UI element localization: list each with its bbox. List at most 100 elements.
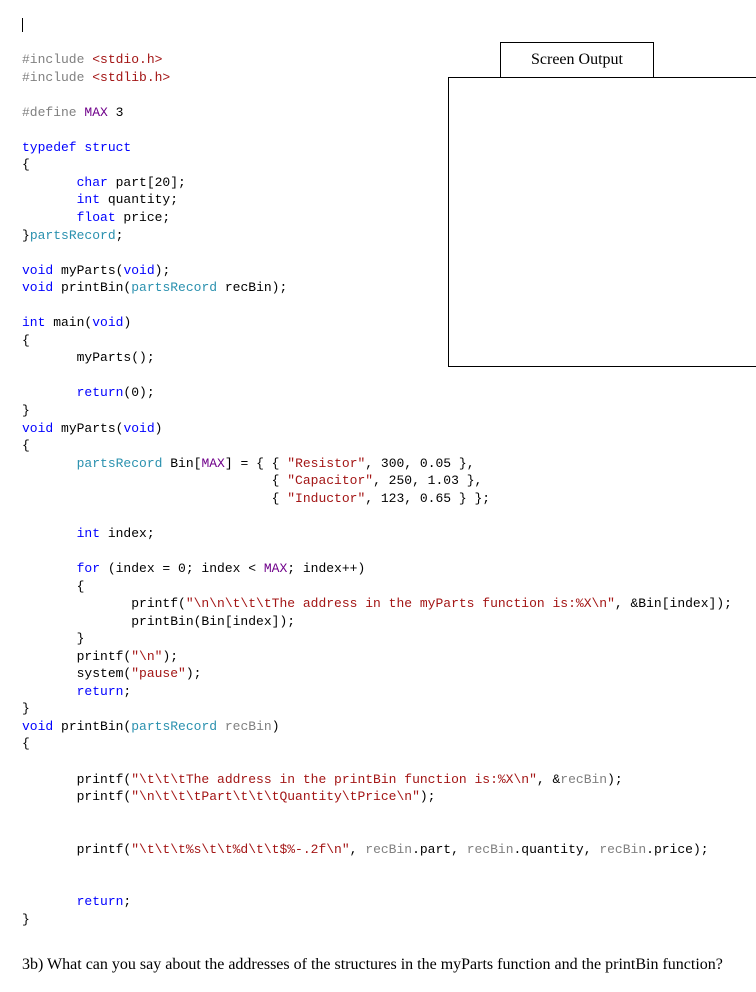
punct: ); bbox=[186, 666, 202, 681]
keyword: void bbox=[92, 315, 123, 330]
stmt: printf( bbox=[22, 789, 131, 804]
indent bbox=[22, 684, 77, 699]
include-path: <stdio.h> bbox=[84, 52, 162, 67]
semi: ; bbox=[116, 228, 124, 243]
text-cursor bbox=[22, 18, 23, 32]
keyword: return bbox=[77, 894, 124, 909]
preproc: #include bbox=[22, 70, 84, 85]
punct: ; bbox=[123, 894, 131, 909]
param: recBin bbox=[467, 842, 514, 857]
brace: } bbox=[22, 701, 30, 716]
brace: { bbox=[22, 157, 30, 172]
stmt: printf( bbox=[22, 842, 131, 857]
decl: recBin); bbox=[217, 280, 287, 295]
indent bbox=[22, 894, 77, 909]
indent bbox=[22, 192, 77, 207]
ident: printBin( bbox=[53, 719, 131, 734]
screen-output-panel: Screen Output bbox=[448, 42, 756, 367]
param: recBin bbox=[560, 772, 607, 787]
punct: ); bbox=[162, 649, 178, 664]
keyword: float bbox=[77, 210, 116, 225]
expr: (index = 0; index < bbox=[100, 561, 264, 576]
string: "\n\n\t\t\tThe address in the myParts fu… bbox=[186, 596, 615, 611]
punct: ) bbox=[272, 719, 280, 734]
ident: myParts( bbox=[53, 421, 123, 436]
punct: ] = { { bbox=[225, 456, 287, 471]
keyword: void bbox=[22, 263, 53, 278]
indent bbox=[22, 526, 77, 541]
keyword: return bbox=[77, 385, 124, 400]
punct: .part, bbox=[412, 842, 467, 857]
string: "\t\t\t%s\t\t%d\t\t$%-.2f\n" bbox=[131, 842, 349, 857]
keyword: typedef struct bbox=[22, 140, 131, 155]
punct: ); bbox=[155, 263, 171, 278]
punct: (0); bbox=[123, 385, 154, 400]
stmt: printf( bbox=[22, 649, 131, 664]
keyword: char bbox=[77, 175, 108, 190]
include-path: <stdlib.h> bbox=[84, 70, 170, 85]
preproc: #define bbox=[22, 105, 77, 120]
string: "\t\t\tThe address in the printBin funct… bbox=[131, 772, 537, 787]
punct: , &Bin[index]); bbox=[615, 596, 732, 611]
brace: } bbox=[22, 631, 84, 646]
brace: } bbox=[22, 912, 30, 927]
preproc: #include bbox=[22, 52, 84, 67]
keyword: void bbox=[22, 280, 53, 295]
keyword: void bbox=[22, 421, 53, 436]
punct: , & bbox=[537, 772, 560, 787]
macro: MAX bbox=[77, 105, 108, 120]
string: "\n" bbox=[131, 649, 162, 664]
brace: { bbox=[22, 579, 84, 594]
ident: Bin[ bbox=[162, 456, 201, 471]
punct: , bbox=[350, 842, 366, 857]
keyword: int bbox=[77, 526, 100, 541]
indent: { bbox=[22, 491, 287, 506]
string: "\n\t\t\tPart\t\t\tQuantity\tPrice\n" bbox=[131, 789, 420, 804]
string: "Resistor" bbox=[287, 456, 365, 471]
indent bbox=[22, 561, 77, 576]
indent bbox=[22, 210, 77, 225]
type: partsRecord bbox=[131, 280, 217, 295]
keyword: int bbox=[22, 315, 45, 330]
punct: ); bbox=[607, 772, 623, 787]
keyword: for bbox=[77, 561, 100, 576]
literal: 3 bbox=[108, 105, 124, 120]
type: partsRecord bbox=[30, 228, 116, 243]
type: partsRecord bbox=[77, 456, 163, 471]
stmt: myParts(); bbox=[22, 350, 155, 365]
stmt: printBin(Bin[index]); bbox=[22, 614, 295, 629]
param: recBin bbox=[365, 842, 412, 857]
indent: { bbox=[22, 473, 287, 488]
keyword: void bbox=[123, 263, 154, 278]
param: recBin bbox=[599, 842, 646, 857]
expr: ; index++) bbox=[287, 561, 365, 576]
keyword: void bbox=[123, 421, 154, 436]
punct: ) bbox=[123, 315, 131, 330]
punct: , 300, 0.05 }, bbox=[365, 456, 474, 471]
decl: part[20]; bbox=[108, 175, 186, 190]
indent bbox=[22, 456, 77, 471]
stmt: system( bbox=[22, 666, 131, 681]
string: "pause" bbox=[131, 666, 186, 681]
punct: .price); bbox=[646, 842, 708, 857]
string: "Capacitor" bbox=[287, 473, 373, 488]
decl: quantity; bbox=[100, 192, 178, 207]
screen-output-label: Screen Output bbox=[500, 42, 654, 78]
punct: , 250, 1.03 }, bbox=[373, 473, 482, 488]
brace: { bbox=[22, 333, 30, 348]
type: partsRecord bbox=[131, 719, 217, 734]
space bbox=[217, 719, 225, 734]
brace: } bbox=[22, 228, 30, 243]
brace: { bbox=[22, 736, 30, 751]
brace: } bbox=[22, 403, 30, 418]
punct: ; bbox=[123, 684, 131, 699]
punct: , 123, 0.65 } }; bbox=[365, 491, 490, 506]
decl: price; bbox=[116, 210, 171, 225]
screen-output-box bbox=[448, 77, 756, 367]
page: Screen Output #include <stdio.h> #includ… bbox=[22, 16, 734, 976]
indent bbox=[22, 385, 77, 400]
decl: index; bbox=[100, 526, 155, 541]
punct: ); bbox=[420, 789, 436, 804]
keyword: int bbox=[77, 192, 100, 207]
indent bbox=[22, 175, 77, 190]
